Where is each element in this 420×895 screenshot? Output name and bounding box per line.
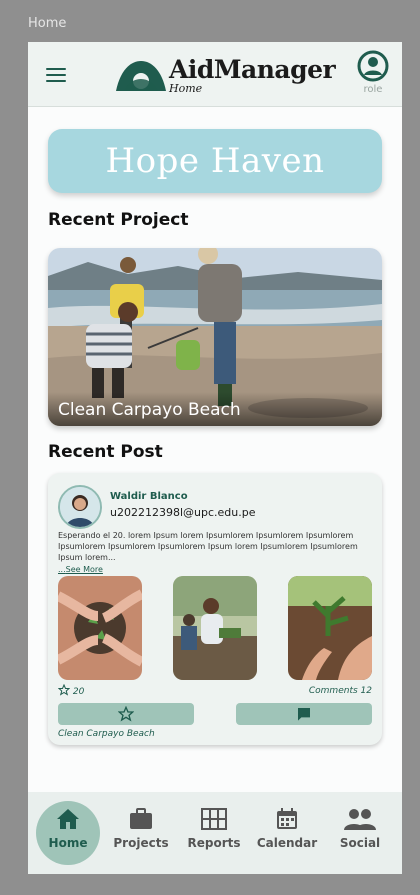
star-button[interactable]	[58, 703, 194, 725]
comment-button[interactable]	[236, 703, 372, 725]
page-subtitle: Home	[169, 82, 203, 95]
logo-icon	[116, 61, 166, 91]
star-outline-icon	[118, 706, 134, 722]
likes-count: 20	[57, 683, 84, 697]
role-label: role	[363, 84, 383, 95]
post-image-3[interactable]	[288, 576, 372, 680]
comment-icon	[298, 708, 310, 721]
post-project-link[interactable]: Clean Carpayo Beach	[58, 729, 155, 739]
comments-count[interactable]: Comments 12	[309, 686, 372, 696]
post-image-1[interactable]	[58, 576, 142, 680]
recent-post-card: Waldir Blanco u202212398l@upc.edu.pe Esp…	[48, 473, 382, 745]
top-app-bar: AidManager Home role	[28, 42, 402, 107]
organization-banner: Hope Haven	[48, 129, 382, 193]
grid-icon	[201, 808, 227, 830]
nav-item-calendar[interactable]: Calendar	[255, 808, 319, 850]
see-more-link[interactable]: ...See More	[58, 565, 103, 574]
calendar-icon	[277, 808, 297, 829]
profile-button[interactable]: role	[355, 50, 391, 95]
post-body: Esperando el 20. lorem Ipsum lorem Ipsum…	[58, 531, 358, 562]
post-author[interactable]: Waldir Blanco	[110, 491, 188, 502]
app-name: AidManager	[169, 55, 336, 84]
briefcase-icon	[130, 808, 152, 829]
main-content: Hope Haven Recent Project Clean Carpayo …	[28, 107, 402, 792]
star-outline-icon[interactable]	[57, 683, 71, 696]
home-icon	[57, 809, 79, 829]
nav-item-social[interactable]: Social	[328, 808, 392, 850]
project-name: Clean Carpayo Beach	[58, 400, 241, 420]
recent-project-title: Recent Project	[48, 210, 189, 230]
account-circle-icon	[357, 50, 389, 82]
nav-item-reports[interactable]: Reports	[182, 808, 246, 850]
people-icon	[344, 809, 376, 830]
frame-label: Home	[28, 16, 67, 31]
post-author-email: u202212398l@upc.edu.pe	[110, 506, 256, 519]
phone-screen: AidManager Home role Hope Haven Recent P…	[28, 42, 402, 874]
bottom-navigation: Home Projects Reports Calendar Social	[28, 792, 402, 874]
nav-item-projects[interactable]: Projects	[109, 808, 173, 850]
recent-project-card[interactable]: Clean Carpayo Beach	[48, 248, 382, 426]
nav-item-home[interactable]: Home	[36, 808, 100, 850]
post-image-2[interactable]	[173, 576, 257, 680]
menu-icon[interactable]	[46, 68, 66, 82]
recent-post-title: Recent Post	[48, 442, 163, 462]
avatar[interactable]	[58, 485, 102, 529]
